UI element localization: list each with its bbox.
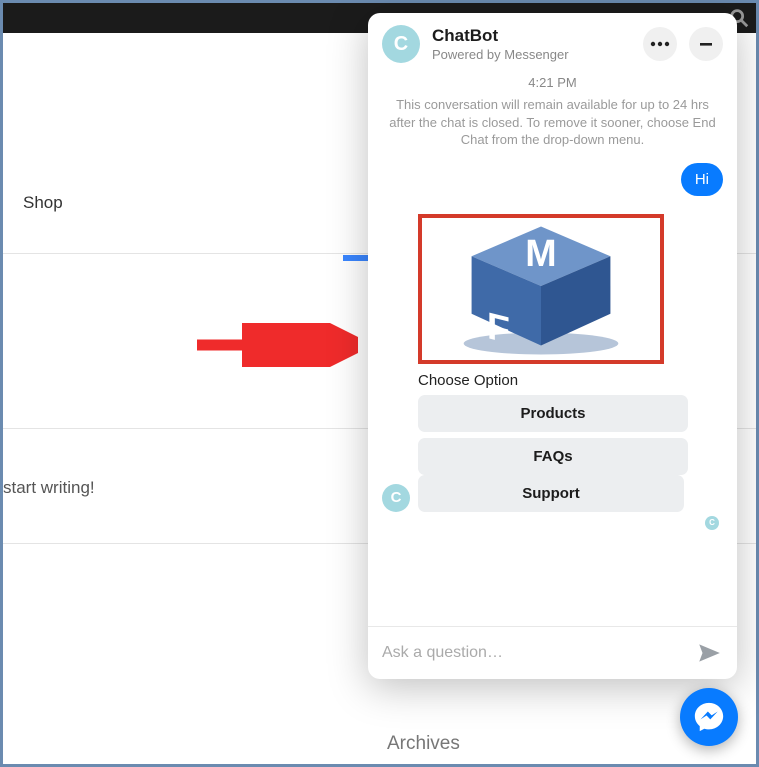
chat-widget: C ChatBot Powered by Messenger 4:21 PM T…	[368, 13, 737, 679]
user-message-row: Hi	[382, 163, 723, 196]
chat-body: 4:21 PM This conversation will remain av…	[368, 73, 737, 626]
bot-avatar-small: C	[382, 484, 410, 512]
chat-subtitle: Powered by Messenger	[432, 47, 631, 62]
chat-title: ChatBot	[432, 26, 631, 46]
chat-system-message: This conversation will remain available …	[386, 96, 719, 149]
bot-message-block: M F E Choose Option Products FAQs	[418, 214, 688, 475]
fme-logo-icon: M F E	[422, 214, 660, 364]
bot-image[interactable]: M F E	[418, 214, 664, 364]
option-faqs[interactable]: FAQs	[418, 438, 688, 475]
send-button[interactable]	[695, 639, 723, 667]
chat-header: C ChatBot Powered by Messenger	[368, 13, 737, 73]
more-button[interactable]	[643, 27, 677, 61]
bot-options: Products FAQs	[418, 395, 688, 475]
svg-text:F: F	[487, 304, 510, 352]
minimize-icon	[699, 37, 713, 51]
bot-last-row: C Support	[382, 475, 723, 512]
read-receipt: C	[382, 516, 723, 530]
shop-heading: Shop	[23, 193, 63, 213]
chat-avatar: C	[382, 25, 420, 63]
svg-text:M: M	[525, 232, 556, 274]
choose-option-label: Choose Option	[418, 372, 688, 389]
messenger-icon	[692, 700, 726, 734]
minimize-button[interactable]	[689, 27, 723, 61]
chat-title-block: ChatBot Powered by Messenger	[432, 26, 631, 62]
start-writing-text: start writing!	[3, 478, 95, 498]
chat-timestamp: 4:21 PM	[382, 75, 723, 90]
ellipsis-icon	[650, 41, 670, 47]
chat-input-bar	[368, 626, 737, 679]
annotation-arrow-icon	[193, 323, 358, 367]
send-icon	[696, 640, 722, 666]
user-message-bubble: Hi	[681, 163, 723, 196]
read-receipt-avatar: C	[705, 516, 719, 530]
option-products[interactable]: Products	[418, 395, 688, 432]
messenger-launcher[interactable]	[680, 688, 738, 746]
option-support[interactable]: Support	[418, 475, 684, 512]
archives-heading: Archives	[387, 733, 460, 755]
svg-text:E: E	[580, 214, 605, 243]
chat-text-input[interactable]	[382, 644, 685, 662]
